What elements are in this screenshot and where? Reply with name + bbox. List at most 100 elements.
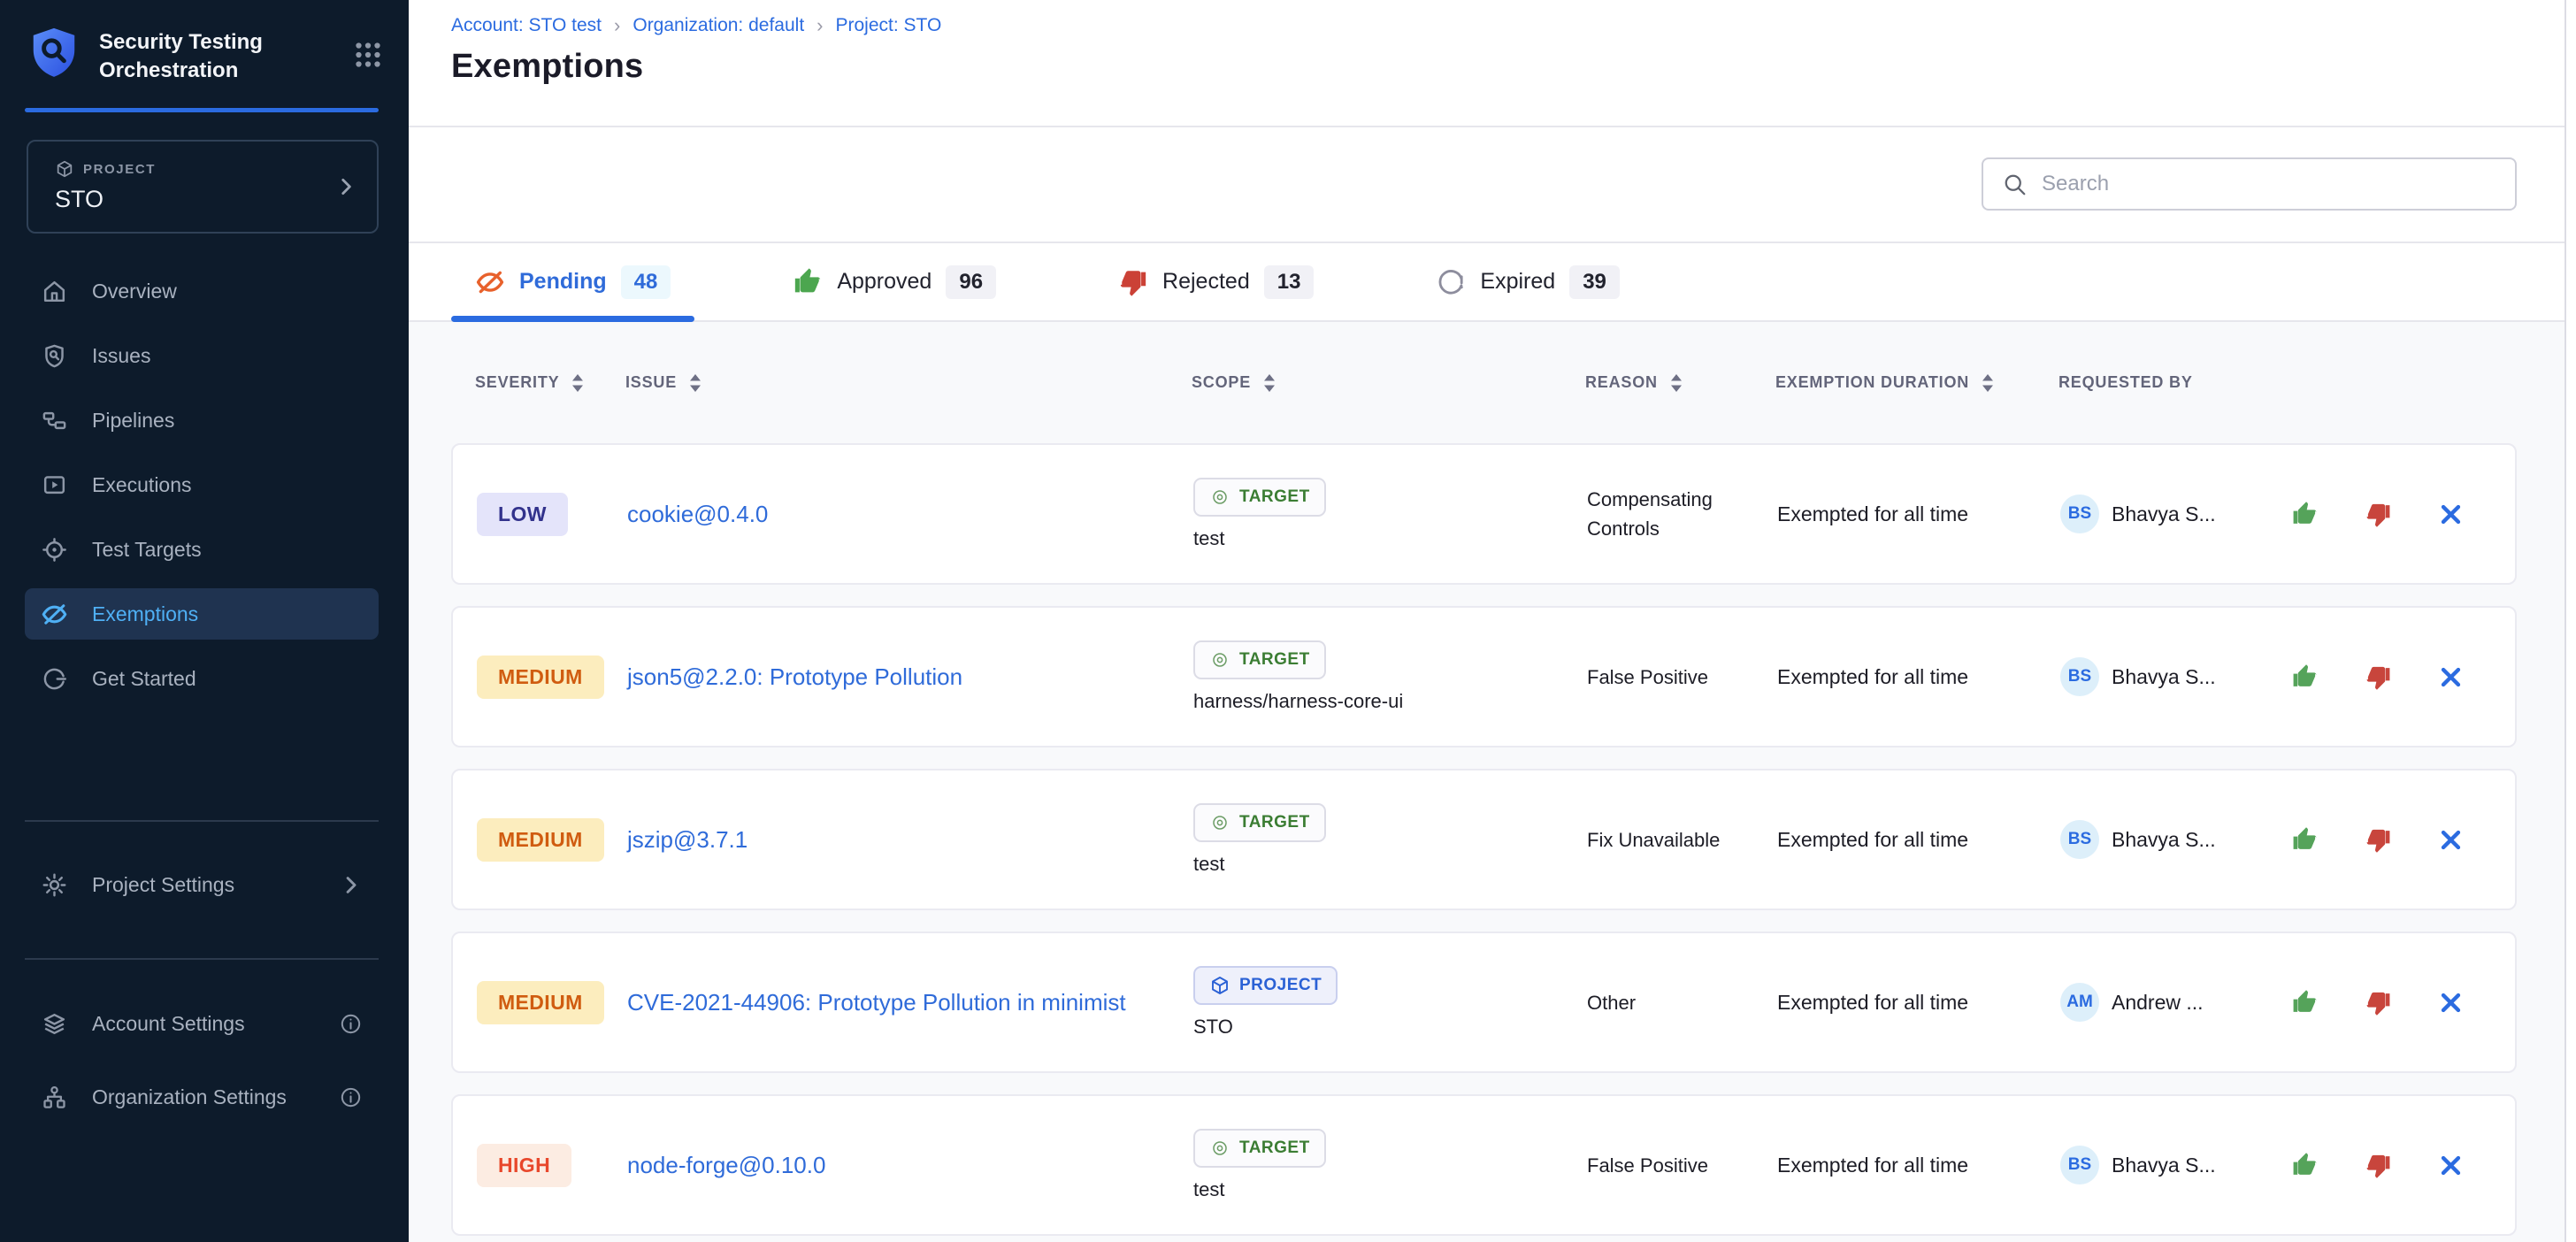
tab-count-badge: 13	[1264, 265, 1315, 299]
avatar: BS	[2060, 657, 2099, 696]
table-row: HIGH node-forge@0.10.0 TARGET test False…	[451, 1094, 2517, 1236]
severity-badge: MEDIUM	[477, 981, 604, 1024]
sto-shield-logo-icon	[27, 23, 81, 81]
target-icon	[1209, 812, 1230, 833]
approve-button-thumb-up-icon[interactable]	[2291, 989, 2319, 1016]
sidebar-item-issues[interactable]: Issues	[25, 330, 379, 381]
reason-text: False Positive	[1587, 663, 1777, 692]
tab-rejected[interactable]: Rejected 13	[1094, 243, 1338, 320]
scope-name: test	[1193, 1178, 1224, 1201]
issue-link[interactable]: json5@2.2.0: Prototype Pollution	[627, 663, 962, 690]
info-icon[interactable]	[339, 1085, 363, 1109]
avatar: BS	[2060, 1146, 2099, 1184]
exemption-status-tabs: Pending 48 Approved 96 Rejected 13 Expir…	[409, 243, 2576, 322]
tab-expired[interactable]: Expired 39	[1412, 243, 1643, 320]
cancel-button-close-icon[interactable]	[2438, 990, 2464, 1016]
sidebar-item-label: Issues	[92, 344, 150, 368]
sidebar-item-test-targets[interactable]: Test Targets	[25, 524, 379, 575]
org-chart-icon	[41, 1084, 68, 1111]
sidebar-item-executions[interactable]: Executions	[25, 459, 379, 510]
sidebar-item-project-settings[interactable]: Project Settings	[25, 859, 379, 910]
approve-button-thumb-up-icon[interactable]	[2291, 1152, 2319, 1179]
requester-name: Bhavya S...	[2112, 828, 2216, 852]
issue-link[interactable]: node-forge@0.10.0	[627, 1152, 825, 1178]
search-icon	[2001, 171, 2028, 197]
issue-link[interactable]: cookie@0.4.0	[627, 501, 768, 527]
cancel-button-close-icon[interactable]	[2438, 827, 2464, 853]
table-row: MEDIUM jszip@3.7.1 TARGET test Fix Unava…	[451, 769, 2517, 910]
search-input[interactable]	[2042, 172, 2497, 196]
breadcrumb-separator: ›	[816, 14, 823, 37]
main-content: Account: STO test › Organization: defaul…	[409, 0, 2576, 1242]
sidebar-item-label: Exemptions	[92, 602, 198, 626]
approve-button-thumb-up-icon[interactable]	[2291, 663, 2319, 691]
scope-name: harness/harness-core-ui	[1193, 690, 1403, 713]
severity-badge: HIGH	[477, 1144, 571, 1187]
sidebar-divider	[25, 820, 379, 822]
scope-name: test	[1193, 527, 1224, 550]
reject-button-thumb-down-icon[interactable]	[2365, 501, 2392, 528]
cancel-button-close-icon[interactable]	[2438, 664, 2464, 690]
chevron-right-icon	[334, 175, 357, 198]
cube-icon	[55, 159, 74, 179]
reason-text: Fix Unavailable	[1587, 825, 1777, 855]
vertical-scrollbar[interactable]	[2564, 0, 2576, 1242]
approve-button-thumb-up-icon[interactable]	[2291, 826, 2319, 854]
sidebar-item-label: Get Started	[92, 667, 196, 691]
eye-off-icon	[475, 267, 505, 297]
reject-button-thumb-down-icon[interactable]	[2365, 663, 2392, 691]
cube-icon	[1209, 975, 1230, 996]
sidebar-item-organization-settings[interactable]: Organization Settings	[25, 1071, 379, 1123]
sidebar-item-account-settings[interactable]: Account Settings	[25, 998, 379, 1049]
sort-icon[interactable]	[1669, 373, 1683, 393]
sort-icon[interactable]	[571, 373, 585, 393]
scope-type-badge: TARGET	[1193, 1129, 1326, 1168]
approve-button-thumb-up-icon[interactable]	[2291, 501, 2319, 528]
issue-link[interactable]: jszip@3.7.1	[627, 826, 748, 853]
avatar: AM	[2060, 983, 2099, 1022]
sidebar-item-get-started[interactable]: Get Started	[25, 653, 379, 704]
sidebar-item-overview[interactable]: Overview	[25, 265, 379, 317]
pipeline-icon	[41, 407, 68, 434]
target-icon	[1209, 649, 1230, 671]
exemptions-table: SEVERITY ISSUE SCOPE REASON EXEMPTION DU…	[409, 322, 2576, 1242]
table-row: MEDIUM CVE-2021-44906: Prototype Polluti…	[451, 932, 2517, 1073]
scope-type-badge: TARGET	[1193, 640, 1326, 679]
sidebar-item-pipelines[interactable]: Pipelines	[25, 395, 379, 446]
thumb-down-icon	[1118, 267, 1148, 297]
severity-badge: MEDIUM	[477, 818, 604, 862]
requester-name: Bhavya S...	[2112, 665, 2216, 689]
sidebar-nav: Overview Issues Pipelines Executions Tes…	[25, 265, 379, 717]
tab-pending[interactable]: Pending 48	[451, 243, 694, 320]
table-header-row: SEVERITY ISSUE SCOPE REASON EXEMPTION DU…	[451, 322, 2517, 443]
breadcrumb-project[interactable]: Project: STO	[835, 15, 941, 36]
sort-icon[interactable]	[688, 373, 702, 393]
reject-button-thumb-down-icon[interactable]	[2365, 826, 2392, 854]
sort-icon[interactable]	[1981, 373, 1995, 393]
reject-button-thumb-down-icon[interactable]	[2365, 1152, 2392, 1179]
avatar: BS	[2060, 820, 2099, 859]
sidebar-item-label: Pipelines	[92, 409, 174, 433]
sidebar: Security Testing Orchestration PROJECT S…	[0, 0, 409, 1242]
sort-icon[interactable]	[1262, 373, 1276, 393]
project-selector[interactable]: PROJECT STO	[27, 140, 379, 234]
requester-name: Andrew ...	[2112, 991, 2204, 1015]
sidebar-item-label: Organization Settings	[92, 1085, 287, 1109]
info-icon[interactable]	[339, 1012, 363, 1036]
issue-link[interactable]: CVE-2021-44906: Prototype Pollution in m…	[627, 989, 1126, 1016]
duration-text: Exempted for all time	[1777, 991, 2060, 1015]
duration-text: Exempted for all time	[1777, 502, 2060, 526]
cancel-button-close-icon[interactable]	[2438, 1153, 2464, 1178]
breadcrumb-account[interactable]: Account: STO test	[451, 15, 602, 36]
project-label-text: PROJECT	[83, 162, 156, 177]
app-title: Security Testing Orchestration	[99, 28, 352, 86]
cancel-button-close-icon[interactable]	[2438, 502, 2464, 527]
breadcrumb-organization[interactable]: Organization: default	[632, 15, 804, 36]
column-header-issue: ISSUE	[625, 373, 1192, 393]
reject-button-thumb-down-icon[interactable]	[2365, 989, 2392, 1016]
sidebar-item-exemptions[interactable]: Exemptions	[25, 588, 379, 640]
tab-approved[interactable]: Approved 96	[769, 243, 1020, 320]
module-grid-icon[interactable]	[352, 39, 384, 71]
tab-label: Rejected	[1162, 269, 1250, 295]
sidebar-item-label: Project Settings	[92, 873, 234, 897]
